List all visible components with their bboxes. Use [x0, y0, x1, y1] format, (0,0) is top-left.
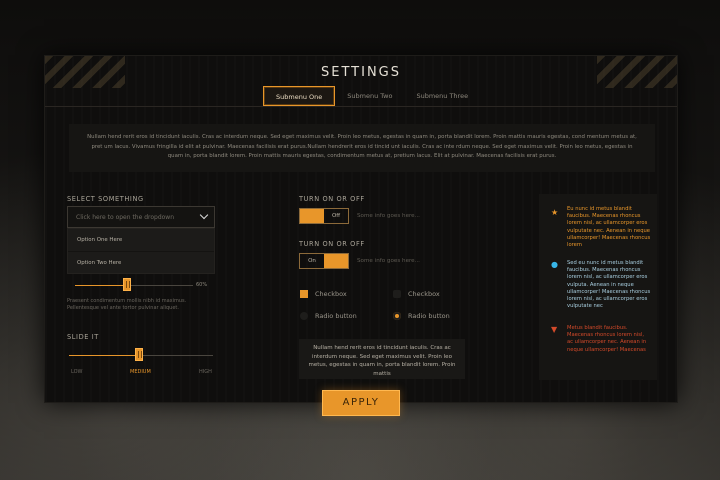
- toggle-two-label: TURN ON OR OFF: [299, 240, 365, 248]
- slide-low-label: LOW: [71, 369, 83, 375]
- toggle-two-on: [324, 254, 348, 268]
- radio-one-label: Radio button: [315, 312, 357, 320]
- intro-text: Nullam hend rerit eros id tincidunt iacu…: [69, 124, 655, 172]
- slide-it-handle[interactable]: [135, 348, 143, 361]
- slide-medium-label: MEDIUM: [130, 369, 151, 375]
- page-title: SETTINGS: [320, 65, 401, 80]
- tab-submenu-two[interactable]: Submenu Two: [335, 86, 404, 106]
- toggle-two[interactable]: On: [299, 253, 349, 269]
- toggle-one-on: [300, 209, 324, 223]
- slider-caption: Praesent condimentum mollis nibh id maxi…: [67, 298, 187, 311]
- notification-three: Metus blandit faucibus. Maecenas rhoncus…: [567, 325, 647, 353]
- settings-panel: SETTINGS Submenu One Submenu Two Submenu…: [44, 55, 678, 403]
- checkbox-two[interactable]: [393, 290, 401, 298]
- slider-value: 60%: [196, 282, 208, 288]
- chevron-down-icon: [199, 210, 209, 220]
- radio-one[interactable]: [300, 312, 308, 320]
- toggle-one[interactable]: Off: [299, 208, 349, 224]
- tab-submenu-one[interactable]: Submenu One: [263, 86, 336, 106]
- apply-button[interactable]: APPLY: [322, 390, 400, 416]
- checkbox-one-label: Checkbox: [315, 290, 347, 298]
- toggle-one-label: TURN ON OR OFF: [299, 195, 365, 203]
- slider-fill: [75, 285, 127, 286]
- radio-two-label: Radio button: [408, 312, 450, 320]
- checkbox-one[interactable]: [300, 290, 308, 298]
- dropdown-options: Option One Here Option Two Here: [67, 228, 215, 274]
- warning-icon: ▼: [551, 325, 558, 334]
- notification-sidebar: ★ Eu nunc id metus blandit faucibus. Mae…: [539, 194, 657, 380]
- dropdown-option-two[interactable]: Option Two Here: [68, 251, 214, 273]
- info-dot-icon: ●: [551, 260, 558, 269]
- toggle-two-off: On: [308, 258, 316, 264]
- slide-it-label: SLIDE IT: [67, 333, 99, 341]
- radio-two[interactable]: [393, 312, 401, 320]
- dropdown-placeholder: Click here to open the dropdown: [76, 214, 175, 221]
- notification-one: Eu nunc id metus blandit faucibus. Maece…: [567, 206, 651, 249]
- notification-two: Sed eu nunc id metus blandit faucibus. M…: [567, 260, 651, 310]
- dropdown-option-one[interactable]: Option One Here: [68, 229, 214, 251]
- toggle-one-off: Off: [331, 213, 341, 219]
- select-label: SELECT SOMETHING: [67, 195, 144, 203]
- toggle-one-info: Some info goes here...: [357, 213, 420, 219]
- header-divider: [45, 106, 677, 107]
- checkbox-two-label: Checkbox: [408, 290, 440, 298]
- info-textbox: Nullam hend rerit eros id tincidunt iacu…: [299, 339, 465, 379]
- slider-handle[interactable]: [123, 278, 131, 291]
- tab-submenu-three[interactable]: Submenu Three: [404, 86, 480, 106]
- toggle-two-info: Some info goes here...: [357, 258, 420, 264]
- submenu-tabs: Submenu One Submenu Two Submenu Three: [263, 86, 480, 106]
- star-icon: ★: [551, 208, 559, 217]
- slide-it-fill: [69, 355, 139, 356]
- slide-high-label: HIGH: [199, 369, 212, 375]
- select-dropdown[interactable]: Click here to open the dropdown: [67, 206, 215, 228]
